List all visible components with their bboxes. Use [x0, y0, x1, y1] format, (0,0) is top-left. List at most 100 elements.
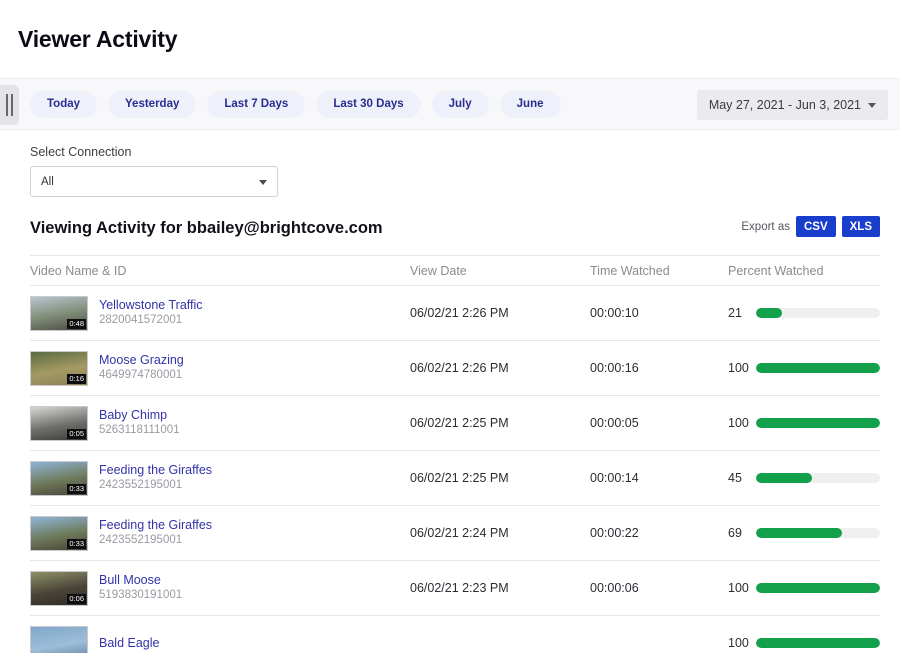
date-preset-pill-today[interactable]: Today	[30, 91, 97, 118]
date-range-label: May 27, 2021 - Jun 3, 2021	[709, 98, 861, 112]
cell-video-name-id: 0:33 Feeding the Giraffes2423552195001	[30, 461, 410, 496]
percent-watched-value: 100	[728, 636, 756, 650]
cell-video-name-id: 0:48 Yellowstone Traffic2820041572001	[30, 296, 410, 331]
table-row[interactable]: 0:05 Baby Chimp5263118111001 06/02/21 2:25…	[30, 396, 880, 451]
video-id: 2820041572001	[99, 313, 203, 328]
date-preset-pill-july[interactable]: July	[432, 91, 489, 118]
video-duration-badge: 0:33	[67, 484, 86, 494]
page-title: Viewer Activity	[18, 26, 177, 53]
date-range-selector[interactable]: May 27, 2021 - Jun 3, 2021	[697, 90, 888, 120]
cell-video-name-id: 0:33 Feeding the Giraffes2423552195001	[30, 516, 410, 551]
cell-video-name-id: 0:06 Bull Moose5193830191001	[30, 571, 410, 606]
video-meta: Baby Chimp5263118111001	[99, 408, 180, 438]
table-row[interactable]: Bald Eagle 100	[30, 616, 880, 653]
percent-watched-bar-fill	[756, 308, 782, 318]
percent-watched-bar-fill	[756, 583, 880, 593]
drag-handle-bar	[6, 94, 8, 116]
column-header-time-watched: Time Watched	[590, 264, 728, 278]
video-duration-badge: 0:16	[67, 374, 86, 384]
video-thumbnail[interactable]	[30, 626, 88, 653]
drag-handle-icon[interactable]	[0, 85, 19, 125]
date-preset-pill-last-30-days[interactable]: Last 30 Days	[316, 91, 420, 118]
video-id: 5263118111001	[99, 423, 180, 438]
cell-time-watched: 00:00:22	[590, 526, 728, 540]
cell-time-watched: 00:00:05	[590, 416, 728, 430]
cell-percent-watched: 100	[728, 581, 880, 595]
cell-time-watched: 00:00:06	[590, 581, 728, 595]
video-name-link[interactable]: Bald Eagle	[99, 636, 159, 651]
export-xls-button[interactable]: XLS	[842, 216, 880, 237]
column-header-video-name: Video Name & ID	[30, 264, 410, 278]
export-label: Export as	[741, 221, 790, 233]
date-preset-pills: Today Yesterday Last 7 Days Last 30 Days Jul…	[30, 91, 572, 118]
title-bar: Viewer Activity	[0, 0, 900, 78]
video-id: 2423552195001	[99, 478, 212, 493]
video-name-link[interactable]: Feeding the Giraffes	[99, 518, 212, 533]
percent-watched-value: 69	[728, 526, 756, 540]
table-header-row: Video Name & ID View Date Time Watched P…	[30, 256, 880, 286]
select-connection-dropdown[interactable]: All	[30, 166, 278, 197]
video-thumbnail[interactable]: 0:06	[30, 571, 88, 606]
export-csv-button[interactable]: CSV	[796, 216, 836, 237]
column-header-percent-watched: Percent Watched	[728, 264, 880, 278]
video-name-link[interactable]: Feeding the Giraffes	[99, 463, 212, 478]
cell-view-date: 06/02/21 2:25 PM	[410, 416, 590, 430]
percent-watched-bar-fill	[756, 528, 842, 538]
table-row[interactable]: 0:33 Feeding the Giraffes2423552195001 06/…	[30, 451, 880, 506]
percent-watched-value: 100	[728, 416, 756, 430]
cell-percent-watched: 21	[728, 306, 880, 320]
percent-watched-bar-fill	[756, 638, 880, 648]
video-name-link[interactable]: Yellowstone Traffic	[99, 298, 203, 313]
video-thumbnail[interactable]: 0:05	[30, 406, 88, 441]
cell-percent-watched: 100	[728, 361, 880, 375]
video-meta: Bald Eagle	[99, 636, 159, 651]
chevron-down-icon	[868, 103, 876, 108]
activity-title: Viewing Activity for bbailey@brightcove.…	[30, 219, 383, 238]
percent-watched-bar-track	[756, 583, 880, 593]
date-preset-pill-june[interactable]: June	[500, 91, 561, 118]
cell-view-date: 06/02/21 2:23 PM	[410, 581, 590, 595]
percent-watched-bar-fill	[756, 363, 880, 373]
percent-watched-bar-fill	[756, 418, 880, 428]
percent-watched-value: 45	[728, 471, 756, 485]
chevron-down-icon	[259, 180, 267, 185]
cell-percent-watched: 100	[728, 416, 880, 430]
video-thumbnail[interactable]: 0:33	[30, 516, 88, 551]
cell-view-date: 06/02/21 2:24 PM	[410, 526, 590, 540]
cell-view-date: 06/02/21 2:26 PM	[410, 306, 590, 320]
video-thumbnail[interactable]: 0:16	[30, 351, 88, 386]
video-duration-badge: 0:05	[67, 429, 86, 439]
percent-watched-bar-track	[756, 418, 880, 428]
video-id: 2423552195001	[99, 533, 212, 548]
percent-watched-bar-track	[756, 363, 880, 373]
cell-view-date: 06/02/21 2:25 PM	[410, 471, 590, 485]
video-duration-badge: 0:33	[67, 539, 86, 549]
cell-time-watched: 00:00:16	[590, 361, 728, 375]
percent-watched-bar-track	[756, 473, 880, 483]
cell-percent-watched: 45	[728, 471, 880, 485]
table-row[interactable]: 0:06 Bull Moose5193830191001 06/02/21 2:23…	[30, 561, 880, 616]
cell-video-name-id: Bald Eagle	[30, 626, 410, 653]
video-id: 4649974780001	[99, 368, 184, 383]
viewer-activity-page: Viewer Activity Today Yesterday Last 7 Day…	[0, 0, 900, 653]
table-row[interactable]: 0:48 Yellowstone Traffic2820041572001 06/0…	[30, 286, 880, 341]
video-meta: Bull Moose5193830191001	[99, 573, 182, 603]
video-meta: Feeding the Giraffes2423552195001	[99, 463, 212, 493]
video-name-link[interactable]: Moose Grazing	[99, 353, 184, 368]
viewing-activity-table: Video Name & ID View Date Time Watched P…	[30, 255, 880, 653]
video-meta: Feeding the Giraffes2423552195001	[99, 518, 212, 548]
video-thumbnail[interactable]: 0:33	[30, 461, 88, 496]
table-row[interactable]: 0:33 Feeding the Giraffes2423552195001 06/…	[30, 506, 880, 561]
percent-watched-value: 100	[728, 581, 756, 595]
video-meta: Yellowstone Traffic2820041572001	[99, 298, 203, 328]
table-row[interactable]: 0:16Moose Grazing464997478000106/02/21 2…	[30, 341, 880, 396]
video-id: 5193830191001	[99, 588, 182, 603]
video-thumbnail[interactable]: 0:48	[30, 296, 88, 331]
connection-filter: Select Connection All	[0, 130, 900, 197]
video-name-link[interactable]: Bull Moose	[99, 573, 182, 588]
date-preset-pill-yesterday[interactable]: Yesterday	[108, 91, 196, 118]
percent-watched-bar-track	[756, 308, 880, 318]
table-body: 0:48 Yellowstone Traffic2820041572001 06/0…	[30, 286, 880, 653]
date-preset-pill-last-7-days[interactable]: Last 7 Days	[207, 91, 305, 118]
video-name-link[interactable]: Baby Chimp	[99, 408, 180, 423]
